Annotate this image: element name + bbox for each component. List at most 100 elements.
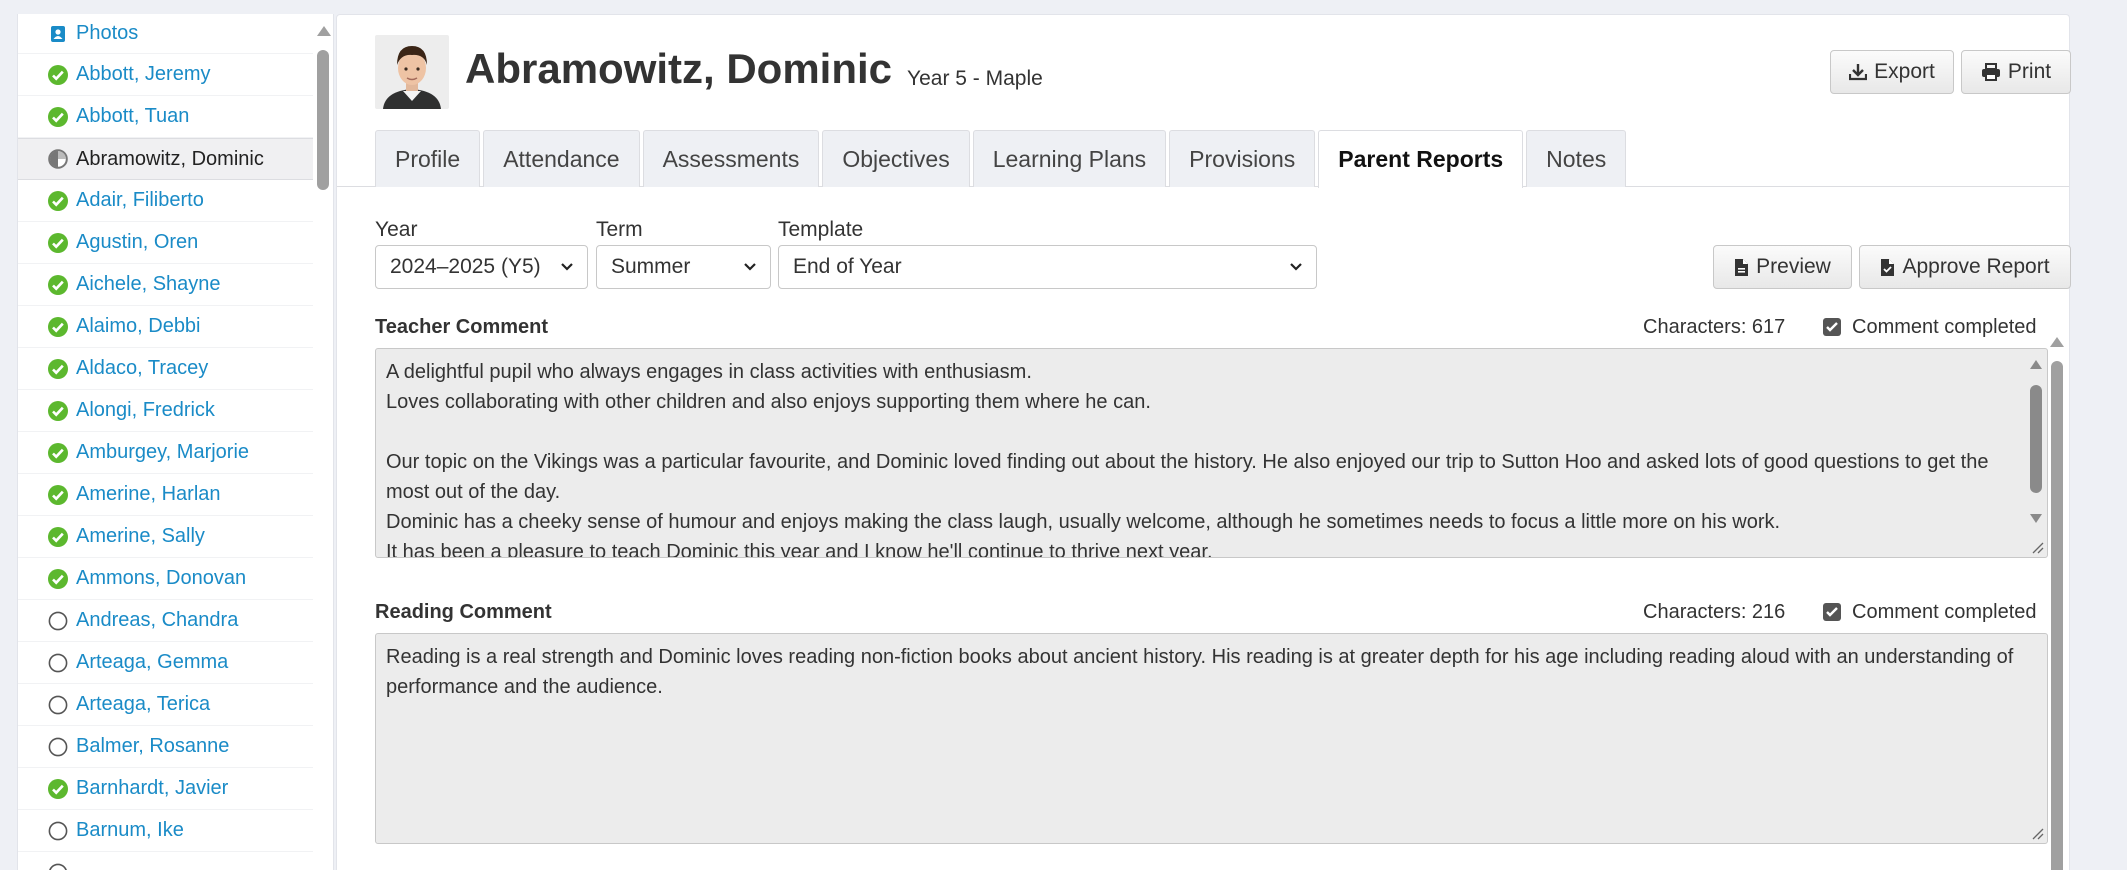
student-list-item[interactable]: Amburgey, Marjorie	[18, 432, 314, 474]
tab-parent-reports[interactable]: Parent Reports	[1318, 130, 1524, 188]
student-list-item[interactable]: Alaimo, Debbi	[18, 306, 314, 348]
student-list-item[interactable]: Adair, Filiberto	[18, 180, 314, 222]
half-circle-icon	[48, 149, 68, 169]
checkmark-icon	[1826, 322, 1838, 332]
check-circle-icon	[48, 358, 68, 379]
tab-objectives[interactable]: Objectives	[822, 130, 970, 187]
year-label: Year	[375, 218, 418, 241]
scroll-up-icon[interactable]	[2050, 337, 2064, 347]
teacher-comment-title: Teacher Comment	[375, 316, 549, 338]
main-scrollbar[interactable]	[2045, 325, 2069, 870]
student-list-item[interactable]: Arteaga, Gemma	[18, 642, 314, 684]
student-list-item-label: Alongi, Fredrick	[76, 399, 215, 421]
empty-circle-icon	[48, 821, 68, 841]
teacher-comment-scrollbar[interactable]	[2025, 349, 2047, 557]
scroll-down-icon[interactable]	[2030, 514, 2042, 523]
year-value: 2024–2025 (Y5)	[390, 255, 541, 278]
student-list-item[interactable]: Agustin, Oren	[18, 222, 314, 264]
teacher-comment-textarea[interactable]: A delightful pupil who always engages in…	[375, 348, 2048, 558]
student-list-item-label: Barnhardt, Javier	[76, 777, 229, 799]
student-list-item[interactable]: Aldaco, Tracey	[18, 348, 314, 390]
empty-circle-icon	[48, 863, 68, 870]
checkmark-icon	[1826, 607, 1838, 617]
reading-comment-char-count: Characters: 216	[1643, 601, 1786, 623]
reading-comment-completed-checkbox[interactable]	[1823, 603, 1841, 621]
export-button[interactable]: Export	[1830, 50, 1954, 94]
student-name: Abramowitz, Dominic	[465, 45, 893, 92]
preview-label: Preview	[1756, 255, 1831, 278]
student-list-item[interactable]: Alongi, Fredrick	[18, 390, 314, 432]
student-list-item-label: Amburgey, Marjorie	[76, 441, 250, 463]
template-select[interactable]: End of Year	[778, 245, 1317, 289]
export-label: Export	[1874, 60, 1935, 83]
empty-circle-icon	[48, 737, 68, 757]
student-list-item[interactable]: Abbott, Tuan	[18, 96, 314, 138]
check-circle-icon	[48, 526, 68, 547]
tab-assessments[interactable]: Assessments	[642, 130, 820, 187]
tab-learning-plans[interactable]: Learning Plans	[972, 130, 1167, 187]
photos-toggle[interactable]: Photos	[18, 14, 314, 54]
download-icon	[1849, 64, 1868, 81]
check-circle-icon	[48, 316, 68, 337]
student-list-item[interactable]: Abbott, Jeremy	[18, 54, 314, 96]
printer-icon	[1981, 63, 2000, 81]
portrait-icon	[48, 24, 68, 44]
chevron-down-icon	[1290, 263, 1302, 271]
resize-handle-icon[interactable]	[2030, 540, 2044, 554]
term-label: Term	[596, 218, 643, 241]
teacher-comment-text: A delightful pupil who always engages in…	[386, 361, 1989, 558]
check-circle-icon	[48, 484, 68, 505]
tab-profile[interactable]: Profile	[375, 130, 481, 187]
student-list: Photos Abbott, Jeremy Abbott, Tuan Abramow…	[18, 14, 314, 870]
reading-comment-textarea[interactable]: Reading is a real strength and Dominic l…	[375, 633, 2048, 844]
year-select[interactable]: 2024–2025 (Y5)	[375, 245, 588, 289]
document-check-icon	[1881, 258, 1895, 276]
student-list-item-label: Agustin, Oren	[76, 231, 199, 253]
scroll-up-icon[interactable]	[317, 26, 331, 36]
scroll-up-icon[interactable]	[2030, 360, 2042, 369]
class-label: Year 5 - Maple	[907, 67, 1043, 90]
resize-handle-icon[interactable]	[2030, 826, 2044, 840]
tab-notes[interactable]: Notes	[1526, 130, 1627, 187]
student-list-item[interactable]: Amerine, Sally	[18, 516, 314, 558]
student-list-item[interactable]: Amerine, Harlan	[18, 474, 314, 516]
scrollbar-thumb[interactable]	[317, 50, 329, 190]
chevron-down-icon	[561, 263, 573, 271]
chevron-down-icon	[744, 263, 756, 271]
sidebar-scrollbar[interactable]	[313, 14, 333, 870]
print-button[interactable]: Print	[1961, 50, 2071, 94]
tab-provisions[interactable]: Provisions	[1169, 130, 1316, 187]
student-list-item-label: Abramowitz, Dominic	[76, 147, 264, 170]
empty-circle-icon	[48, 653, 68, 673]
teacher-comment-completed-label: Comment completed	[1852, 316, 2037, 338]
term-select[interactable]: Summer	[596, 245, 771, 289]
student-list-item[interactable]: Abramowitz, Dominic	[18, 138, 314, 180]
student-list-item[interactable]: Balmer, Rosanne	[18, 726, 314, 768]
student-sidebar: Photos Abbott, Jeremy Abbott, Tuan Abramow…	[17, 14, 334, 870]
student-list-item-label: Andreas, Chandra	[76, 609, 239, 631]
student-list-item[interactable]: Ammons, Donovan	[18, 558, 314, 600]
check-circle-icon	[48, 190, 68, 211]
student-list-item[interactable]: Barnhardt, Javier	[18, 768, 314, 810]
check-circle-icon	[48, 400, 68, 421]
student-list-item[interactable]: Aichele, Shayne	[18, 264, 314, 306]
teacher-comment-completed-checkbox[interactable]	[1823, 318, 1841, 336]
check-circle-icon	[48, 64, 68, 85]
template-label: Template	[778, 218, 864, 241]
student-list-item[interactable]	[18, 852, 314, 870]
tab-attendance[interactable]: Attendance	[483, 130, 640, 187]
student-list-item[interactable]: Arteaga, Terica	[18, 684, 314, 726]
student-list-item[interactable]: Barnum, Ike	[18, 810, 314, 852]
check-circle-icon	[48, 568, 68, 589]
student-list-item[interactable]: Andreas, Chandra	[18, 600, 314, 642]
student-list-item-label: Aichele, Shayne	[76, 273, 221, 295]
scrollbar-thumb[interactable]	[2051, 361, 2063, 870]
student-list-item-label: Adair, Filiberto	[76, 189, 204, 211]
approve-report-button[interactable]: Approve Report	[1859, 245, 2071, 289]
reading-comment-text: Reading is a real strength and Dominic l…	[386, 646, 2019, 698]
preview-button[interactable]: Preview	[1713, 245, 1852, 289]
photos-label: Photos	[76, 22, 139, 44]
student-list-item-label: Abbott, Jeremy	[76, 63, 211, 85]
scrollbar-thumb[interactable]	[2030, 385, 2042, 493]
check-circle-icon	[48, 232, 68, 253]
